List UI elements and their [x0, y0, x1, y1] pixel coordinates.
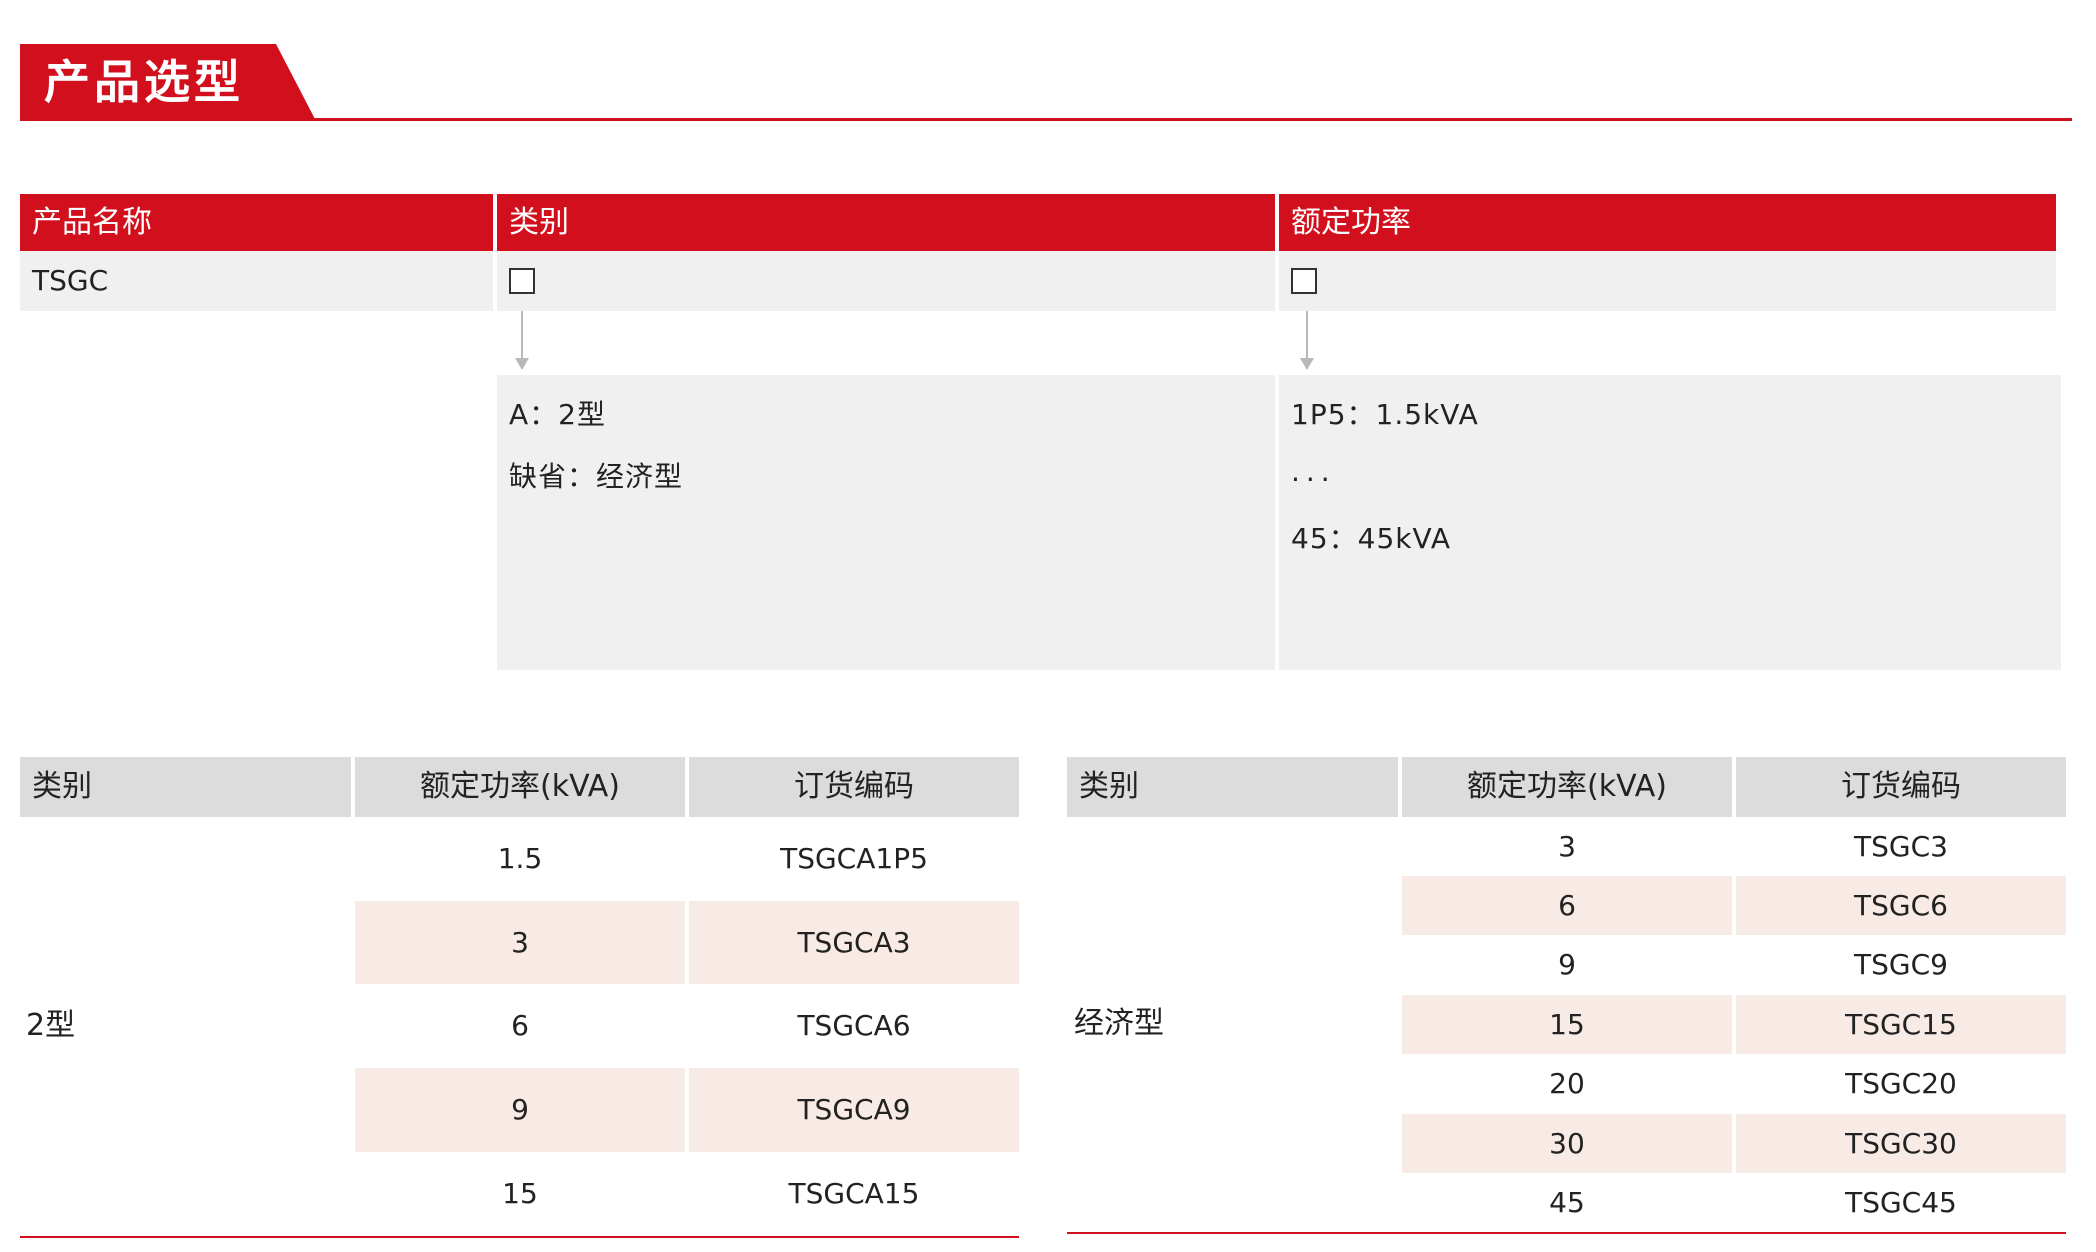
- table-a-category: 2型: [26, 1008, 76, 1043]
- table-row-power: 15: [1402, 995, 1732, 1054]
- table-row-power: 6: [511, 1009, 529, 1042]
- table-row-code: TSGC20: [1845, 1067, 1957, 1100]
- power-option: 1P5：1.5kVA: [1291, 398, 1479, 431]
- power-option: 45：45kVA: [1291, 522, 1451, 555]
- title-underline: [20, 118, 2072, 121]
- table-row-power: 3: [355, 901, 685, 984]
- table-row-code: TSGCA3: [689, 901, 1019, 984]
- table-row-code: TSGCA9: [689, 1068, 1019, 1152]
- table-a-header-power: 额定功率(kVA): [355, 757, 685, 817]
- table-row-power: 45: [1549, 1186, 1585, 1219]
- table-b-bottom-rule: [1067, 1232, 2066, 1234]
- table-a-bottom-rule: [20, 1236, 1019, 1238]
- table-row-power: 15: [502, 1177, 538, 1210]
- category-select-cell: [497, 251, 1275, 311]
- category-arrow-line: [521, 311, 523, 361]
- power-arrow-down-icon: [1300, 358, 1314, 370]
- table-row-power: 6: [1402, 876, 1732, 935]
- power-options-panel: 1P5：1.5kVA ... 45：45kVA: [1279, 375, 2061, 670]
- power-arrow-line: [1306, 311, 1308, 361]
- category-option: A：2型: [509, 398, 606, 431]
- table-row-code: TSGC3: [1854, 830, 1948, 863]
- table-row-code: TSGCA1P5: [780, 842, 928, 875]
- table-b-header-power: 额定功率(kVA): [1402, 757, 1732, 817]
- table-row-power: 9: [1558, 948, 1576, 981]
- table-row-code: TSGC15: [1736, 995, 2066, 1054]
- table-row-power: 20: [1549, 1067, 1585, 1100]
- product-name-value: TSGC: [20, 251, 493, 311]
- power-option-ellipsis: ...: [1291, 455, 1336, 488]
- table-row-power: 30: [1402, 1114, 1732, 1173]
- column-header-category: 类别: [497, 194, 1275, 251]
- table-b-category: 经济型: [1074, 1006, 1164, 1041]
- table-row-code: TSGCA15: [788, 1177, 920, 1210]
- table-row-code: TSGCA6: [797, 1009, 911, 1042]
- table-row-code: TSGC6: [1736, 876, 2066, 935]
- table-row-code: TSGC30: [1736, 1114, 2066, 1173]
- table-row-power: 1.5: [497, 842, 543, 875]
- column-header-power: 额定功率: [1279, 194, 2056, 251]
- power-select-cell: [1279, 251, 2056, 311]
- table-row-code: TSGC9: [1854, 948, 1948, 981]
- power-checkbox[interactable]: [1291, 268, 1317, 294]
- table-a-header-code: 订货编码: [689, 757, 1019, 817]
- table-b-header-category: 类别: [1067, 757, 1398, 817]
- table-row-power: 3: [1558, 830, 1576, 863]
- table-a-header-category: 类别: [20, 757, 351, 817]
- category-checkbox[interactable]: [509, 268, 535, 294]
- table-b-header-code: 订货编码: [1736, 757, 2066, 817]
- table-row-power: 9: [355, 1068, 685, 1152]
- category-arrow-down-icon: [515, 358, 529, 370]
- table-row-code: TSGC45: [1845, 1186, 1957, 1219]
- category-option: 缺省：经济型: [509, 460, 684, 493]
- page-title: 产品选型: [44, 55, 244, 109]
- category-options-panel: A：2型 缺省：经济型: [497, 375, 1275, 670]
- column-header-product-name: 产品名称: [20, 194, 493, 251]
